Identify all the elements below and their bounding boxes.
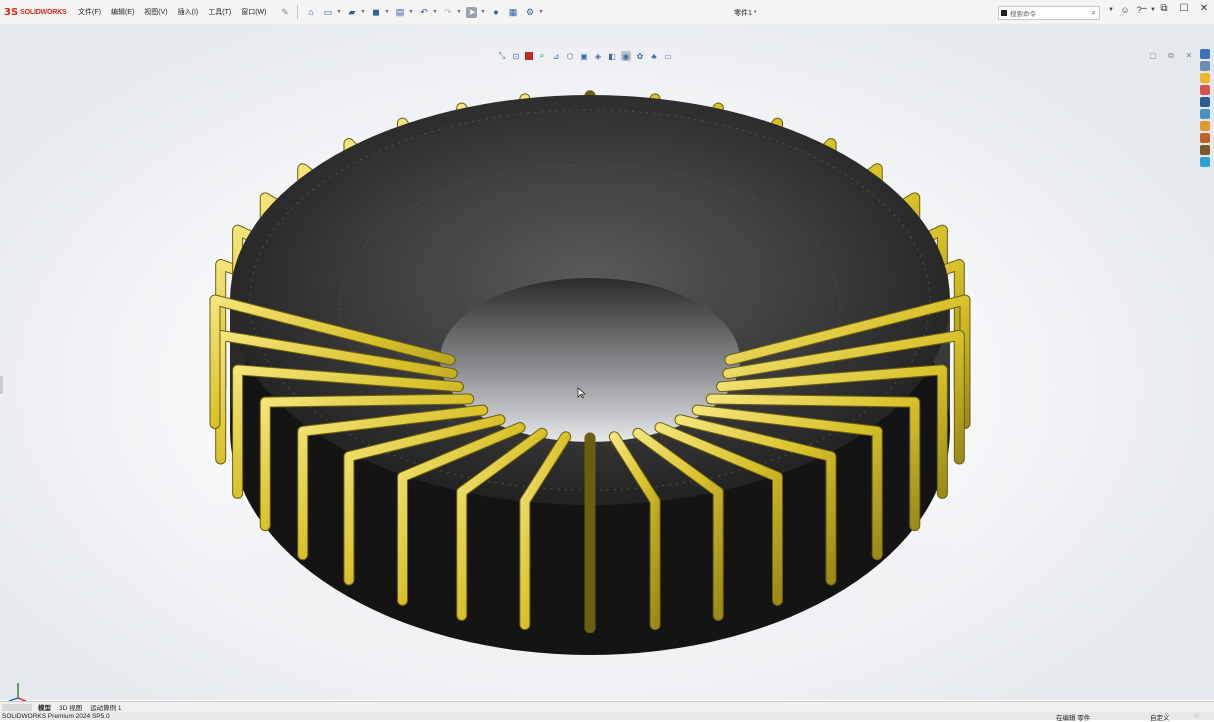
zoom-to-area-icon[interactable]: ⊡ (511, 51, 521, 61)
chevron-down-icon[interactable]: ▼ (360, 7, 366, 18)
file-explorer-icon[interactable] (1200, 73, 1210, 83)
chevron-down-icon[interactable]: ▼ (456, 7, 462, 18)
sw-connect-icon[interactable] (1200, 157, 1210, 167)
solidworks-resources-icon[interactable] (1200, 49, 1210, 59)
version-label: SOLIDWORKS Premium 2024 SP5.0 (2, 712, 110, 720)
graphics-area[interactable]: ⤡ ⊡ ⌕ ⊿ ⬡ ▣ ◈ ◧ ◉ ✿ ♣ ▭ ▢ ⧉ ✕ (0, 24, 1214, 703)
search-commands-input[interactable]: 搜索命令 ⌕ (998, 6, 1100, 20)
custom-properties-icon[interactable] (1200, 109, 1210, 119)
previous-view-icon[interactable] (525, 52, 533, 60)
search-icon[interactable]: ⌕ (1092, 8, 1096, 18)
home-icon[interactable]: ⌂ (305, 7, 316, 18)
task-pane-tabs (1200, 49, 1212, 169)
forum-icon[interactable] (1200, 145, 1210, 155)
redo-icon[interactable]: ↷ (442, 7, 453, 18)
menu-file[interactable]: 文件(F) (78, 7, 101, 17)
user-account-icon[interactable]: ☺ (1118, 5, 1132, 15)
chevron-down-icon[interactable]: ▼ (1104, 7, 1118, 13)
units-custom[interactable]: 自定义 (1150, 712, 1170, 722)
options-gear-icon[interactable]: ⚙ (524, 7, 535, 18)
menu-window[interactable]: 窗口(W) (241, 7, 266, 17)
rebuild-traffic-light-icon[interactable]: ● (490, 7, 501, 18)
select-arrow-icon[interactable]: ➤ (466, 6, 478, 18)
status-chat-icon[interactable]: ◌ (1194, 711, 1199, 720)
ds-logo-icon: 3S (4, 6, 19, 18)
chevron-down-icon[interactable]: ▼ (384, 7, 390, 18)
save-icon[interactable]: ◼ (370, 7, 381, 18)
chevron-down-icon[interactable]: ▼ (538, 7, 544, 18)
print-icon[interactable]: ▤ (394, 7, 405, 18)
tab-scroll-arrows[interactable] (2, 703, 32, 711)
toolbar-divider (297, 5, 299, 19)
status-bar: SOLIDWORKS Premium 2024 SP5.0 在编辑 零件 自定义… (0, 711, 1214, 722)
maximize-icon[interactable]: ☐ (1174, 3, 1194, 14)
restore-viewport-icon[interactable]: ⧉ (1166, 51, 1176, 61)
tile-icon[interactable]: ▢ (1148, 51, 1158, 61)
zoom-to-fit-icon[interactable]: ⤡ (497, 51, 507, 61)
file-properties-icon[interactable]: ▦ (507, 7, 518, 18)
view-palette-icon[interactable] (1200, 85, 1210, 95)
editing-status: 在编辑 零件 (1056, 715, 1091, 722)
restore-icon[interactable]: ⧉ (1154, 3, 1174, 14)
undo-icon[interactable]: ↶ (418, 7, 429, 18)
document-title: 零件1 * (734, 10, 757, 17)
tab-3d-views[interactable]: 3D 视图 (59, 702, 82, 712)
menu-tools[interactable]: 工具(T) (208, 7, 231, 17)
viewport-buttons: ▢ ⧉ ✕ (1140, 51, 1194, 61)
dynamic-annotation-icon[interactable]: ⊿ (551, 51, 561, 61)
tab-motion-study[interactable]: 运动算例 1 (90, 702, 121, 712)
display-style-icon[interactable]: ▣ (579, 51, 589, 61)
toolbox-icon[interactable] (1200, 121, 1210, 131)
edit-appearance-icon[interactable]: ◧ (607, 51, 617, 61)
menu-view[interactable]: 视图(V) (144, 7, 167, 17)
menu-bar: 文件(F) 编辑(E) 视图(V) 插入(I) 工具(T) 窗口(W) (78, 7, 276, 17)
chevron-down-icon[interactable]: ▼ (480, 7, 486, 18)
heads-up-view-toolbar: ⤡ ⊡ ⌕ ⊿ ⬡ ▣ ◈ ◧ ◉ ✿ ♣ ▭ (495, 50, 675, 62)
3d-content-icon[interactable] (1200, 133, 1210, 143)
close-icon[interactable]: ✕ (1194, 3, 1214, 14)
chevron-down-icon[interactable]: ▼ (432, 7, 438, 18)
view-settings-icon[interactable]: ✿ (635, 51, 645, 61)
toroidal-inductor-model[interactable] (0, 24, 1214, 700)
new-document-icon[interactable]: ▭ (322, 7, 333, 18)
realview-icon[interactable]: ♣ (649, 51, 659, 61)
view-orientation-icon[interactable]: ⬡ (565, 51, 575, 61)
minimize-icon[interactable]: – (1134, 3, 1154, 14)
search-placeholder: 搜索命令 (1010, 11, 1036, 18)
apply-scene-icon[interactable]: ◉ (621, 51, 631, 61)
tab-model[interactable]: 模型 (38, 702, 51, 712)
chevron-down-icon[interactable]: ▼ (408, 7, 414, 18)
section-view-icon[interactable]: ⌕ (537, 51, 547, 61)
window-controls: – ⧉ ☐ ✕ (1134, 3, 1214, 14)
hide-show-items-icon[interactable]: ◈ (593, 51, 603, 61)
close-viewport-icon[interactable]: ✕ (1184, 51, 1194, 61)
design-library-icon[interactable] (1200, 61, 1210, 71)
brand-name: SOLIDWORKS (20, 8, 67, 16)
menu-edit[interactable]: 编辑(E) (111, 7, 134, 17)
solidworks-logo[interactable]: 3S SOLIDWORKS (4, 7, 70, 18)
pin-icon[interactable]: ✎ (279, 7, 290, 18)
open-folder-icon[interactable]: ▰ (346, 7, 357, 18)
model-tabs-bar: 模型 3D 视图 运动算例 1 (0, 701, 1214, 712)
core-hole (440, 278, 740, 442)
monitor-icon[interactable]: ▭ (663, 51, 673, 61)
chevron-down-icon[interactable]: ▼ (336, 7, 342, 18)
appearances-icon[interactable] (1200, 97, 1210, 107)
feature-manager-collapse-handle[interactable] (0, 376, 3, 394)
menu-insert[interactable]: 插入(I) (178, 7, 199, 17)
terminal-icon (1001, 10, 1007, 16)
